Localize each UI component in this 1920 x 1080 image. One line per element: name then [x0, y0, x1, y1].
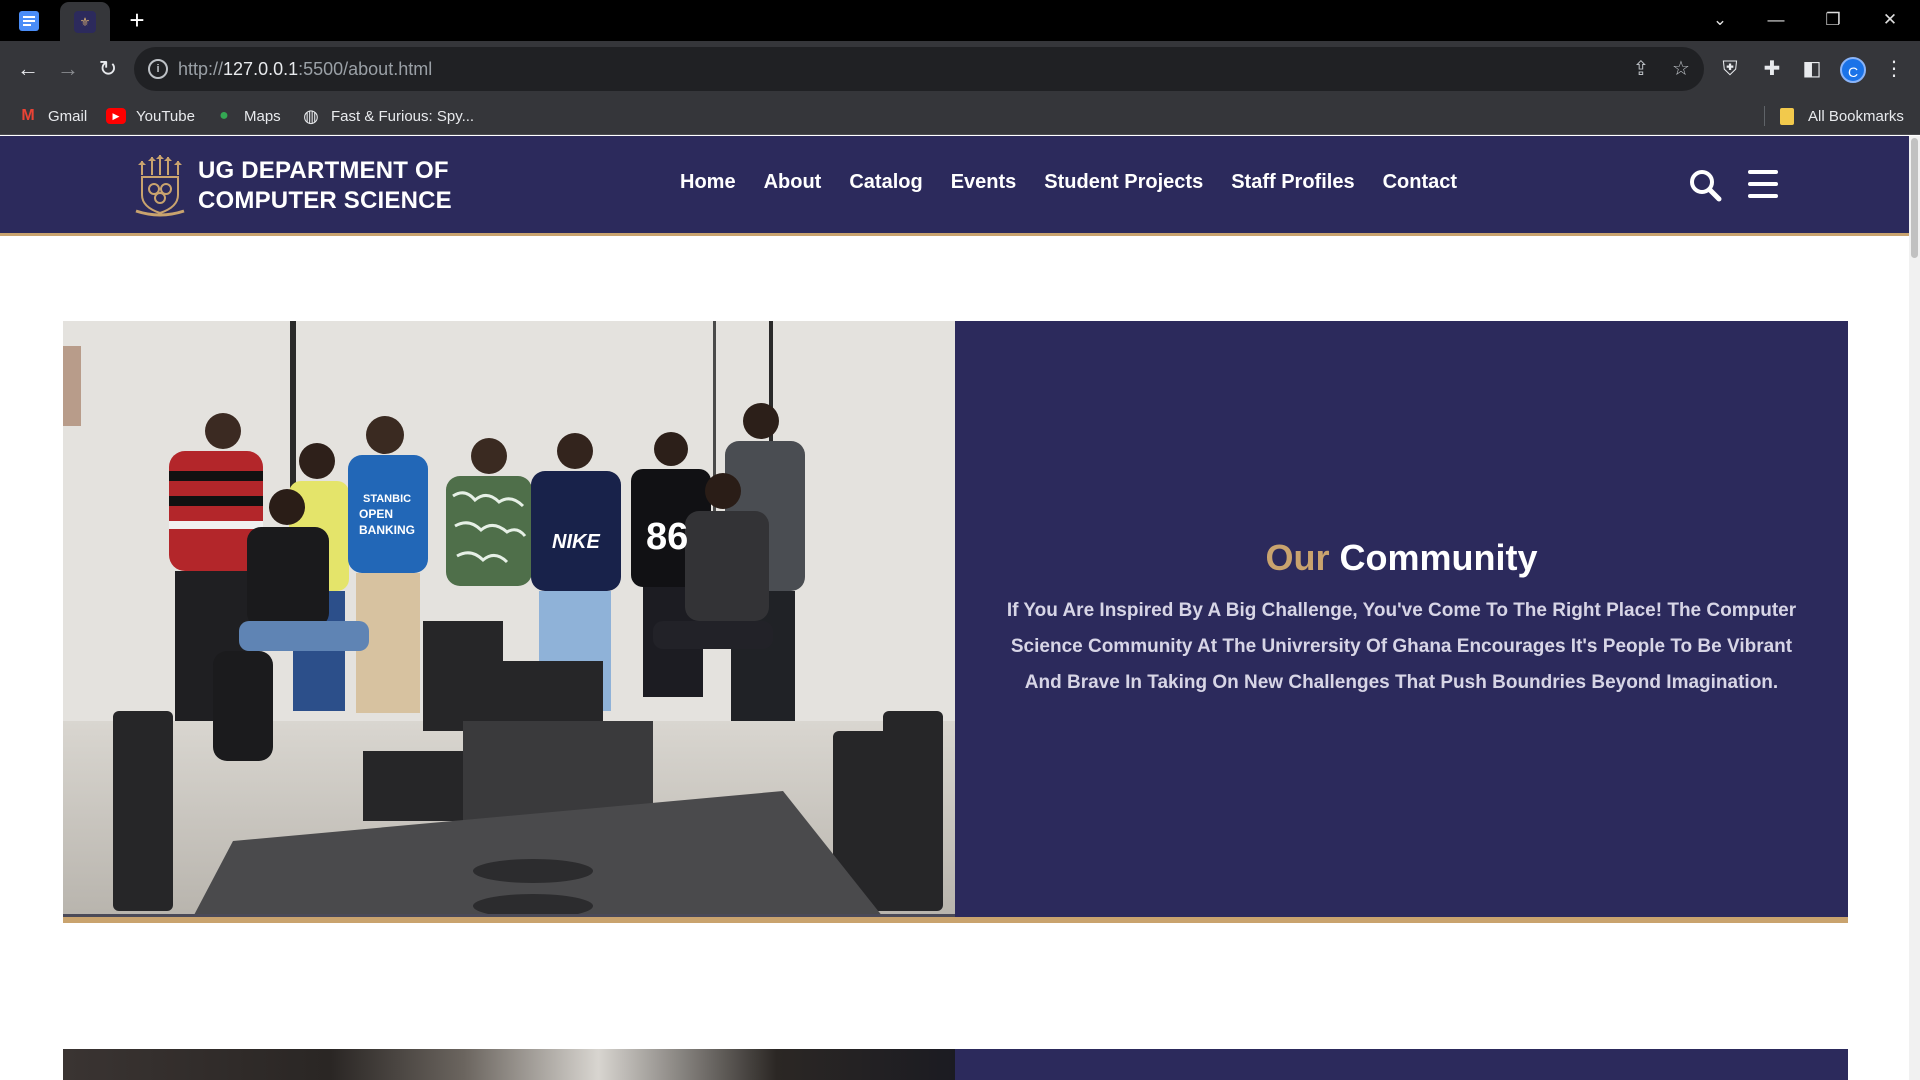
browser-toolbar: ← → ↻ i http://127.0.0.1:5500/about.html…: [0, 41, 1920, 98]
site-info-icon[interactable]: i: [148, 59, 168, 79]
svg-text:86: 86: [646, 516, 688, 558]
share-icon[interactable]: ⇪: [1628, 56, 1654, 82]
bookmark-youtube[interactable]: ▶ YouTube: [106, 105, 195, 127]
svg-text:STANBIC: STANBIC: [363, 493, 411, 505]
browser-menu-icon[interactable]: ⋮: [1878, 53, 1910, 85]
all-bookmarks-button[interactable]: All Bookmarks: [1780, 105, 1904, 127]
profile-avatar[interactable]: C: [1840, 57, 1866, 83]
maps-icon: ●: [219, 107, 229, 124]
reload-button[interactable]: ↻: [92, 53, 124, 85]
minimize-button[interactable]: —: [1756, 6, 1796, 34]
site-favicon-icon: ⚜: [74, 10, 96, 33]
site-header: UG DEPARTMENT OF COMPUTER SCIENCE Home A…: [0, 136, 1909, 236]
folder-icon: [1780, 107, 1794, 125]
back-button[interactable]: ←: [12, 53, 44, 85]
university-crest-logo[interactable]: [132, 155, 188, 217]
page-viewport: UG DEPARTMENT OF COMPUTER SCIENCE Home A…: [0, 136, 1920, 1080]
next-section-panel: [955, 1049, 1848, 1080]
bookmark-fast-furious[interactable]: ◍ Fast & Furious: Spy...: [301, 105, 474, 127]
bookmarks-bar: M Gmail ▶ YouTube ● Maps ◍ Fast & Furious: S…: [0, 98, 1920, 135]
hamburger-menu-icon[interactable]: [1748, 170, 1778, 198]
svg-text:NIKE: NIKE: [552, 531, 600, 553]
tab-search-chevron-icon[interactable]: ⌄: [1700, 6, 1740, 34]
bookmark-gmail[interactable]: M Gmail: [18, 105, 87, 127]
globe-icon: ◍: [303, 105, 319, 126]
url-text[interactable]: http://127.0.0.1:5500/about.html: [178, 59, 432, 80]
shield-extension-icon[interactable]: ⛨: [1714, 53, 1746, 85]
side-panel-icon[interactable]: ◧: [1796, 53, 1828, 85]
search-icon[interactable]: [1688, 168, 1722, 202]
youtube-icon: ▶: [106, 108, 126, 124]
docs-tab-icon[interactable]: [16, 8, 42, 34]
browser-tabstrip: ⚜ + ⌄ — ❐ ✕: [0, 0, 1920, 41]
site-title[interactable]: UG DEPARTMENT OF COMPUTER SCIENCE: [198, 156, 452, 216]
nav-home[interactable]: Home: [680, 171, 736, 194]
gmail-icon: M: [21, 107, 35, 124]
nav-about[interactable]: About: [764, 171, 822, 194]
section-accent-bar: [63, 917, 1848, 923]
page-scrollbar[interactable]: [1909, 136, 1920, 1080]
extensions-puzzle-icon[interactable]: ✚: [1756, 53, 1788, 85]
bookmarks-separator: [1764, 106, 1765, 126]
svg-text:OPEN: OPEN: [359, 507, 393, 521]
active-tab[interactable]: ⚜: [60, 2, 110, 41]
community-heading: Our Community: [1265, 537, 1538, 578]
bookmark-star-icon[interactable]: ☆: [1668, 56, 1694, 82]
community-section: STANBIC OPEN BANKING NIKE 86 Our Communi…: [63, 321, 1848, 923]
community-description: If You Are Inspired By A Big Challenge, …: [1006, 600, 1797, 693]
nav-contact[interactable]: Contact: [1383, 171, 1457, 194]
scrollbar-thumb[interactable]: [1911, 138, 1918, 258]
close-window-button[interactable]: ✕: [1870, 6, 1910, 34]
community-text-panel: Our Community If You Are Inspired By A B…: [955, 321, 1848, 917]
restore-button[interactable]: ❐: [1813, 6, 1853, 34]
nav-events[interactable]: Events: [951, 171, 1017, 194]
nav-staff-profiles[interactable]: Staff Profiles: [1231, 171, 1354, 194]
main-nav: Home About Catalog Events Student Projec…: [680, 171, 1457, 194]
bookmark-maps[interactable]: ● Maps: [214, 105, 281, 127]
nav-student-projects[interactable]: Student Projects: [1044, 171, 1203, 194]
next-section-photo: [63, 1049, 955, 1080]
svg-text:BANKING: BANKING: [359, 523, 415, 537]
nav-catalog[interactable]: Catalog: [849, 171, 922, 194]
address-bar[interactable]: i http://127.0.0.1:5500/about.html ⇪ ☆: [134, 47, 1704, 91]
forward-button[interactable]: →: [52, 53, 84, 85]
community-group-photo: STANBIC OPEN BANKING NIKE 86: [63, 321, 955, 917]
new-tab-button[interactable]: +: [124, 7, 150, 34]
